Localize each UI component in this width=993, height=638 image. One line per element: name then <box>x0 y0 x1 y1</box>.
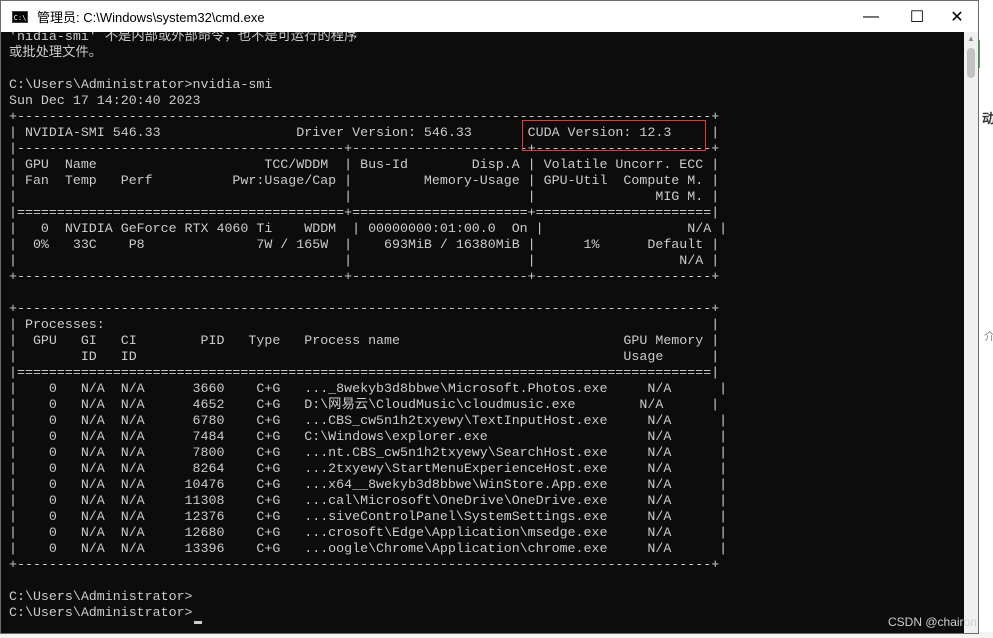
console-line: | 0 N/A N/A 7484 C+G C:\Windows\explorer… <box>9 429 728 444</box>
console-line: | 0 N/A N/A 3660 C+G ..._8wekyb3d8bbwe\M… <box>9 381 728 396</box>
minimize-icon: — <box>863 7 879 25</box>
console-line: |=======================================… <box>9 205 720 220</box>
console-line: | Fan Temp Perf Pwr:Usage/Cap | Memory-U… <box>9 173 720 188</box>
console-line: | 0% 33C P8 7W / 165W | 693MiB / 16380Mi… <box>9 237 720 252</box>
scroll-up-icon[interactable]: ▲ <box>964 32 978 46</box>
background-text-fragment: 动 <box>982 111 993 126</box>
title-bar[interactable]: C:\ 管理员: C:\Windows\system32\cmd.exe — ☐… <box>1 1 978 32</box>
cmd-window[interactable]: C:\ 管理员: C:\Windows\system32\cmd.exe — ☐… <box>0 0 979 634</box>
console-line: Sun Dec 17 14:20:40 2023 <box>9 93 201 108</box>
window-title: 管理员: C:\Windows\system32\cmd.exe <box>37 10 265 25</box>
console-line: 'nidia-smi' 不是内部或外部命令，也不是可运行的程序 <box>9 32 358 44</box>
console-line: C:\Users\Administrator> <box>9 605 193 620</box>
console-line: | 0 N/A N/A 12376 C+G ...siveControlPane… <box>9 509 728 524</box>
console-line: | Processes: | <box>9 317 720 332</box>
console-line: +---------------------------------------… <box>9 301 720 316</box>
text-cursor <box>194 621 202 624</box>
minimize-button[interactable]: — <box>848 1 894 32</box>
console-line: 或批处理文件。 <box>9 45 103 60</box>
cuda-version-highlight-box <box>522 120 706 151</box>
close-button[interactable]: ✕ <box>934 1 980 32</box>
console-line: | 0 N/A N/A 10476 C+G ...x64__8wekyb3d8b… <box>9 477 728 492</box>
console-line: | 0 N/A N/A 6780 C+G ...CBS_cw5n1h2txyew… <box>9 413 728 428</box>
close-icon: ✕ <box>950 8 964 26</box>
console-line: | ID ID Usage | <box>9 349 720 364</box>
console-line: |=======================================… <box>9 365 720 380</box>
maximize-icon: ☐ <box>909 8 925 26</box>
console-line: | 0 N/A N/A 4652 C+G D:\网易云\CloudMusic\c… <box>9 397 720 412</box>
console-line: | GPU GI CI PID Type Process name GPU Me… <box>9 333 720 348</box>
scrollbar-thumb[interactable] <box>967 48 975 78</box>
console-line: C:\Users\Administrator> <box>9 589 193 604</box>
console-line: | 0 NVIDIA GeForce RTX 4060 Ti WDDM | 00… <box>9 221 728 236</box>
console-line: | 0 N/A N/A 11308 C+G ...cal\Microsoft\O… <box>9 493 728 508</box>
console-line: +---------------------------------------… <box>9 269 720 284</box>
console-line: | 0 N/A N/A 8264 C+G ...2txyewy\StartMen… <box>9 461 728 476</box>
background-window <box>979 0 993 638</box>
console-line: C:\Users\Administrator>nvidia-smi <box>9 77 273 92</box>
watermark: CSDN @chairon <box>888 615 977 629</box>
console-output[interactable]: 'nidia-smi' 不是内部或外部命令，也不是可运行的程序 或批处理文件。 … <box>1 32 964 633</box>
console-line: | GPU Name TCC/WDDM | Bus-Id Disp.A | Vo… <box>9 157 720 172</box>
console-line: | 0 N/A N/A 7800 C+G ...nt.CBS_cw5n1h2tx… <box>9 445 728 460</box>
console-line: | | | MIG M. | <box>9 189 720 204</box>
console-line: | 0 N/A N/A 13396 C+G ...oogle\Chrome\Ap… <box>9 541 728 556</box>
console-line: +---------------------------------------… <box>9 557 720 572</box>
background-text-fragment: 介 <box>984 331 993 343</box>
vertical-scrollbar[interactable]: ▲ <box>964 32 978 633</box>
console-app-icon: C:\ <box>12 10 28 23</box>
console-line: | | | N/A | <box>9 253 720 268</box>
console-line: | 0 N/A N/A 12680 C+G ...crosoft\Edge\Ap… <box>9 525 728 540</box>
